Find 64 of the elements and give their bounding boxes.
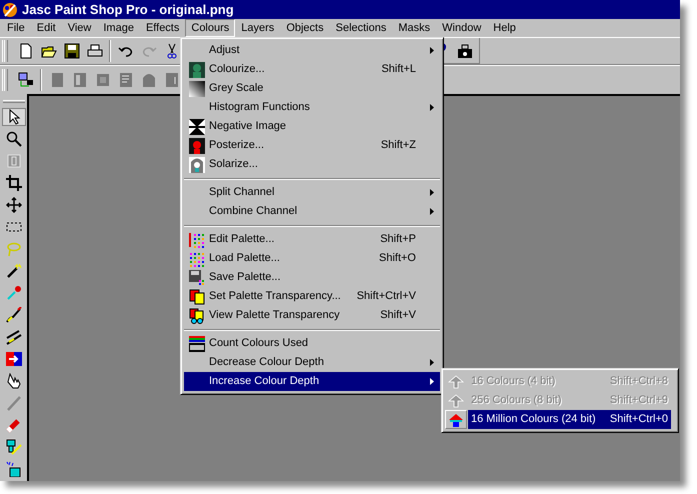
brushes-icon[interactable]: [6, 329, 22, 345]
menu-bar-item[interactable]: Colours: [185, 19, 236, 37]
hand-pointer-icon[interactable]: [6, 373, 22, 389]
number-stripes-icon: [188, 336, 204, 352]
new-file-icon[interactable]: [18, 43, 34, 59]
menu-item[interactable]: Posterize... Shift+Z: [184, 136, 440, 155]
menu-item[interactable]: Edit Palette... Shift+P: [184, 230, 440, 249]
negative-arrows-icon: [188, 118, 204, 134]
spray-can-icon[interactable]: [6, 461, 22, 477]
toolbox-icon[interactable]: [457, 42, 473, 58]
floppy-disk-icon: [188, 270, 204, 286]
woman-silhouette-icon: [188, 138, 204, 154]
monitor-padlock-icon[interactable]: [18, 72, 34, 88]
window-title: Jasc Paint Shop Pro - original.png: [22, 0, 234, 19]
stamp-brush-icon[interactable]: [6, 439, 22, 455]
menu-bar-item[interactable]: Layers: [235, 19, 280, 37]
menu-item[interactable]: Load Palette... Shift+O: [184, 249, 440, 268]
menu-item[interactable]: Set Palette Transparency... Shift+Ctrl+V: [184, 287, 440, 306]
menu-item[interactable]: Colourize... Shift+L: [184, 60, 440, 79]
clone-arrow-icon[interactable]: [6, 351, 22, 367]
menu-item[interactable]: View Palette Transparency Shift+V: [184, 306, 440, 325]
toolbar-grip[interactable]: [2, 69, 8, 91]
move-arrows-icon[interactable]: [6, 197, 22, 213]
toolbar-grip[interactable]: [2, 40, 8, 62]
menu-item[interactable]: Split Channel: [184, 183, 440, 202]
menu-item[interactable]: Grey Scale: [184, 79, 440, 98]
menu-item[interactable]: Histogram Functions: [184, 98, 440, 117]
magic-wand-icon[interactable]: [6, 263, 22, 279]
menu-bar-item[interactable]: View: [62, 19, 98, 37]
gradient-square-icon: [188, 80, 204, 96]
printer-icon[interactable]: [86, 43, 102, 59]
menu-bar-item[interactable]: File: [1, 19, 31, 37]
menu-item[interactable]: Increase Colour Depth: [184, 372, 440, 391]
woman-silhouette-icon: [188, 62, 204, 78]
menu-item[interactable]: Save Palette...: [184, 268, 440, 287]
overlapping-squares-icon: [188, 308, 204, 324]
menu-item[interactable]: Negative Image: [184, 117, 440, 136]
palette-grid-icon: [188, 250, 204, 266]
menu-item[interactable]: Combine Channel: [184, 202, 440, 221]
menu-bar-item[interactable]: Selections: [330, 19, 392, 37]
palette-grid-icon: [188, 232, 204, 248]
crop-icon[interactable]: [6, 175, 22, 191]
menu-item[interactable]: Solarize...: [184, 155, 440, 174]
eraser-icon[interactable]: [6, 417, 22, 433]
palette-app-icon: [2, 2, 18, 18]
layer-icon[interactable]: [164, 72, 180, 88]
menu-bar-item[interactable]: Objects: [280, 19, 330, 37]
menu-bar-item[interactable]: Window: [436, 19, 488, 37]
menu-item[interactable]: Count Colours Used: [184, 334, 440, 353]
menu-bar-item[interactable]: Effects: [140, 19, 186, 37]
dropper-icon[interactable]: [6, 285, 22, 301]
woman-silhouette-icon: [188, 156, 204, 172]
menu-bar-item[interactable]: Masks: [392, 19, 436, 37]
magnifier-icon[interactable]: [6, 131, 22, 147]
menu-item[interactable]: Adjust: [184, 41, 440, 60]
menu-bar-item[interactable]: Image: [97, 19, 140, 37]
menu-bar-item[interactable]: Help: [487, 19, 522, 37]
menu-bar-item[interactable]: Edit: [30, 19, 62, 37]
paintbrush-icon[interactable]: [6, 307, 22, 323]
menu-item[interactable]: Decrease Colour Depth: [184, 353, 440, 372]
menu-item: 16 Colours (4 bit) Shift+Ctrl+8: [445, 372, 675, 391]
menu-item: 256 Colours (8 bit) Shift+Ctrl+9: [445, 391, 675, 410]
overlapping-squares-icon: [188, 288, 204, 304]
layer-icon[interactable]: [118, 72, 134, 88]
